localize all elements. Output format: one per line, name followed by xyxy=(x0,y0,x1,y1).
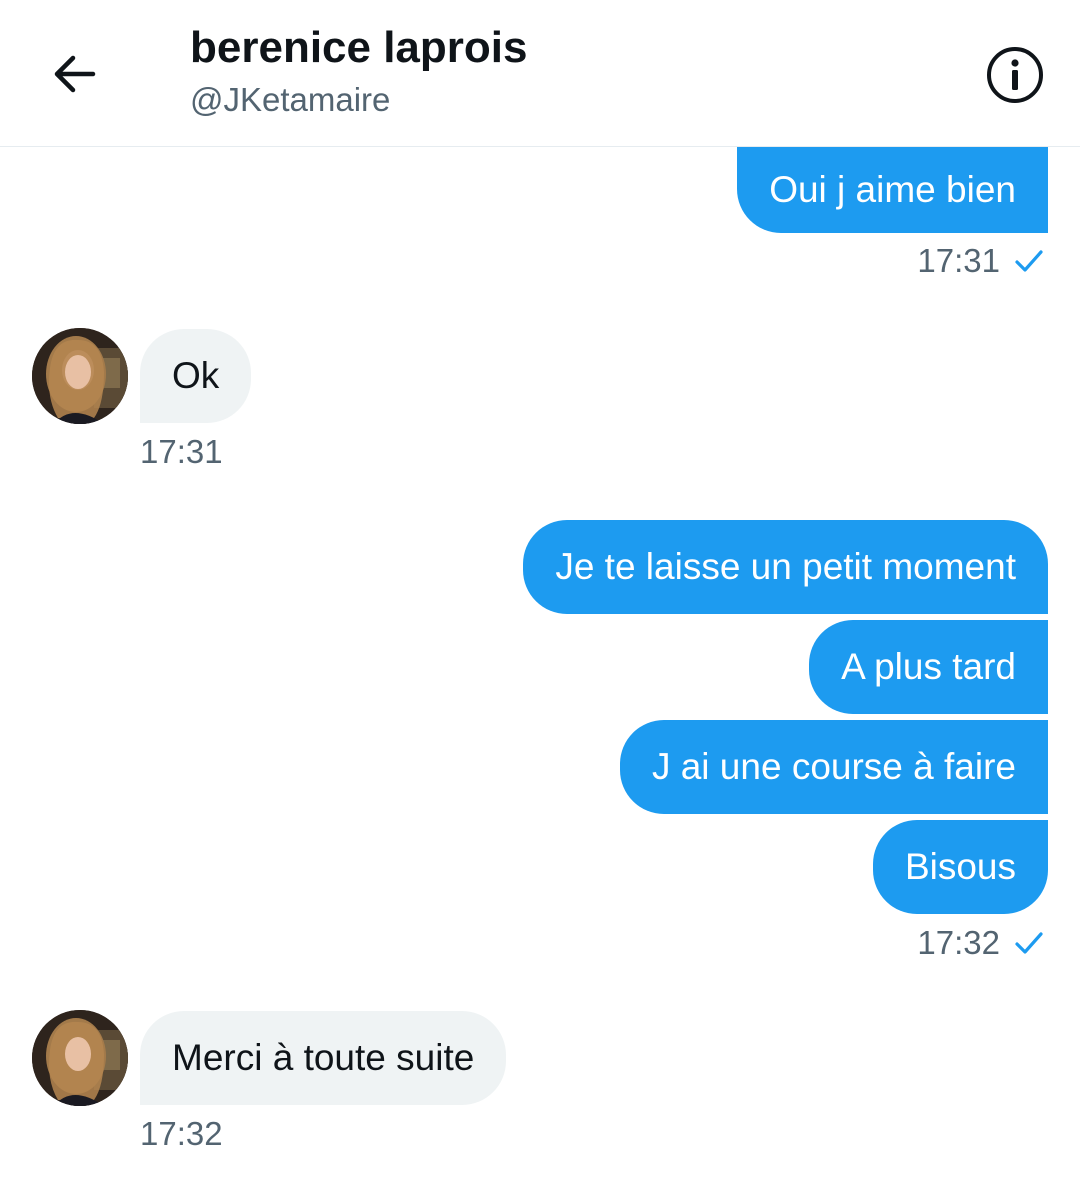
message-text: J ai une course à faire xyxy=(651,746,1016,787)
timestamp-text: 17:31 xyxy=(140,433,223,470)
info-icon xyxy=(987,47,1043,103)
back-button[interactable] xyxy=(44,44,104,104)
message-bubble-outgoing[interactable]: A plus tard xyxy=(809,620,1048,714)
message-bubble-outgoing[interactable]: Bisous xyxy=(872,820,1048,914)
contact-avatar[interactable] xyxy=(32,328,128,424)
message-bubble-outgoing[interactable]: Je te laisse un petit moment xyxy=(523,520,1048,614)
message-timestamp: 17:31 xyxy=(917,241,1044,281)
message-text: A plus tard xyxy=(841,646,1016,687)
timestamp-text: 17:32 xyxy=(140,1115,223,1152)
message-bubble-incoming[interactable]: Ok xyxy=(140,329,252,423)
message-list: Oui j aime bien 17:31 Ok 17:31 Je te lai… xyxy=(0,147,1080,1187)
message-bubble-incoming[interactable]: Merci à toute suite xyxy=(140,1011,507,1105)
contact-avatar[interactable] xyxy=(32,1010,128,1106)
message-timestamp: 17:32 xyxy=(917,923,1044,963)
timestamp-text: 17:32 xyxy=(917,924,1000,961)
contact-name: berenice laprois xyxy=(190,23,528,72)
message-bubble-outgoing[interactable]: Oui j aime bien xyxy=(737,147,1048,233)
message-bubble-outgoing[interactable]: J ai une course à faire xyxy=(619,720,1048,814)
check-icon xyxy=(1014,930,1044,956)
conversation-header: berenice laprois @JKetamaire xyxy=(0,0,1080,147)
conversation-info-button[interactable] xyxy=(984,44,1046,106)
timestamp-text: 17:31 xyxy=(917,242,1000,279)
contact-handle: @JKetamaire xyxy=(190,81,391,118)
message-text: Ok xyxy=(172,355,220,396)
message-timestamp: 17:31 xyxy=(140,432,223,472)
arrow-left-icon xyxy=(54,55,96,93)
dm-conversation-screen: berenice laprois @JKetamaire Oui j aime … xyxy=(0,0,1080,1187)
message-text: Merci à toute suite xyxy=(172,1037,475,1078)
message-text: Je te laisse un petit moment xyxy=(555,546,1016,587)
message-timestamp: 17:32 xyxy=(140,1114,223,1154)
message-text: Oui j aime bien xyxy=(769,169,1016,210)
contact-info[interactable]: berenice laprois @JKetamaire xyxy=(190,22,527,122)
check-icon xyxy=(1014,248,1044,274)
message-text: Bisous xyxy=(904,846,1016,887)
